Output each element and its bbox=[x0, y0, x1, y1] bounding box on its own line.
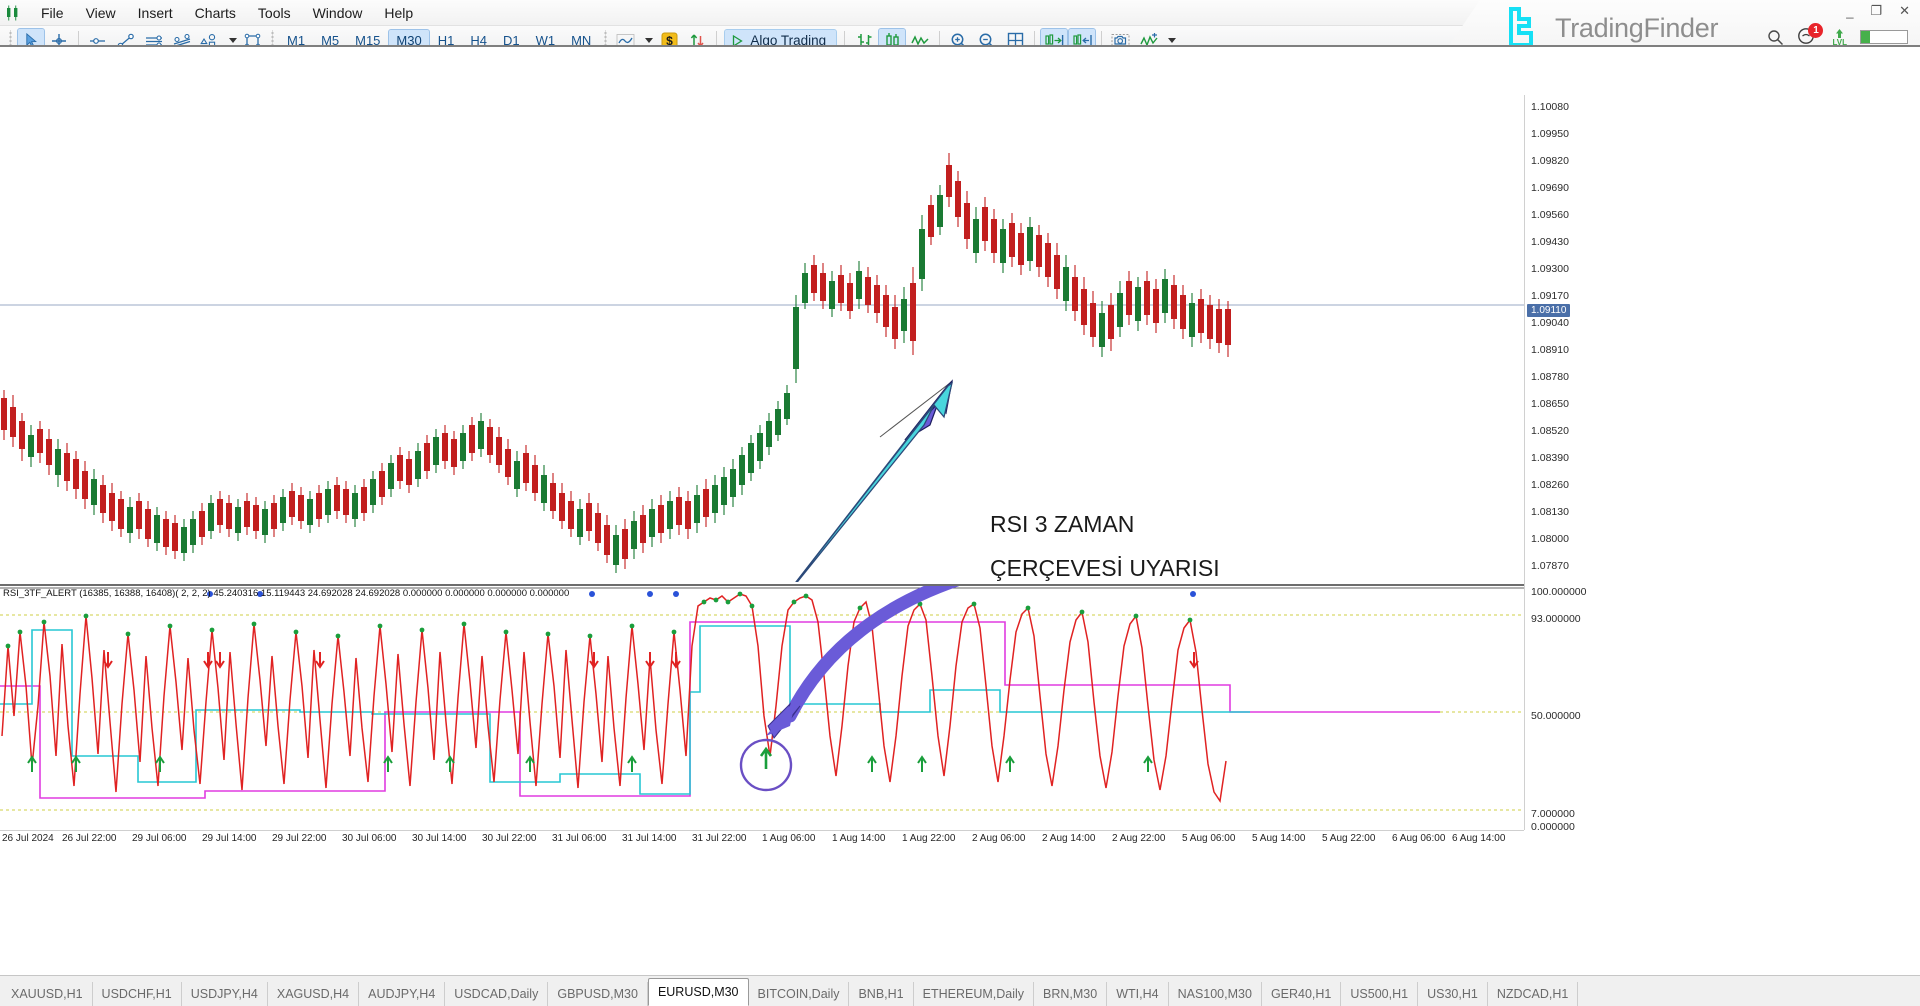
menu-item-tools[interactable]: Tools bbox=[247, 2, 302, 24]
time-tick: 2 Aug 14:00 bbox=[1042, 833, 1095, 844]
chart-tab[interactable]: BRN,M30 bbox=[1034, 982, 1107, 1006]
chart-tab[interactable]: USDCHF,H1 bbox=[93, 982, 182, 1006]
chart-tab[interactable]: ETHEREUM,Daily bbox=[914, 982, 1034, 1006]
time-tick: 5 Aug 14:00 bbox=[1252, 833, 1305, 844]
time-tick: 5 Aug 22:00 bbox=[1322, 833, 1375, 844]
brand-name: TradingFinder bbox=[1555, 13, 1718, 44]
connection-meter-fill bbox=[1861, 31, 1870, 43]
time-tick: 6 Aug 14:00 bbox=[1452, 833, 1505, 844]
price-tick: 1.09040 bbox=[1531, 317, 1569, 329]
time-tick: 31 Jul 14:00 bbox=[622, 833, 677, 844]
chart-tab[interactable]: NAS100,M30 bbox=[1169, 982, 1262, 1006]
rsi-tick: 93.000000 bbox=[1531, 613, 1581, 625]
time-tick: 5 Aug 06:00 bbox=[1182, 833, 1235, 844]
price-tick: 1.08650 bbox=[1531, 398, 1569, 410]
time-tick: 26 Jul 22:00 bbox=[62, 833, 117, 844]
time-tick: 2 Aug 06:00 bbox=[972, 833, 1025, 844]
time-tick: 30 Jul 06:00 bbox=[342, 833, 397, 844]
price-tick: 1.10080 bbox=[1531, 101, 1569, 113]
rsi-tick: 0.000000 bbox=[1531, 821, 1575, 833]
mt5-application-window: File View Insert Charts Tools Window Hel… bbox=[0, 0, 1920, 1006]
menu-item-help[interactable]: Help bbox=[373, 2, 424, 24]
chart-tab[interactable]: USDCAD,Daily bbox=[445, 982, 548, 1006]
window-controls: _ ❐ ✕ bbox=[1846, 3, 1910, 19]
time-tick: 30 Jul 22:00 bbox=[482, 833, 537, 844]
price-tick: 1.08520 bbox=[1531, 425, 1569, 437]
rsi-tick: 50.000000 bbox=[1531, 710, 1581, 722]
chart-tab[interactable]: US500,H1 bbox=[1341, 982, 1418, 1006]
chart-tab[interactable]: BNB,H1 bbox=[849, 982, 913, 1006]
time-axis: 26 Jul 2024 26 Jul 22:00 29 Jul 06:00 29… bbox=[0, 830, 1524, 846]
price-candles-svg bbox=[0, 95, 1524, 582]
rsi-indicator-pane[interactable]: RSI_3TF_ALERT (16385, 16388, 16408)( 2, … bbox=[0, 584, 1524, 824]
close-button[interactable]: ✕ bbox=[1899, 3, 1910, 19]
menu-item-file[interactable]: File bbox=[30, 2, 75, 24]
rsi-svg bbox=[0, 586, 1524, 826]
price-tick: 1.09820 bbox=[1531, 155, 1569, 167]
time-tick: 29 Jul 14:00 bbox=[202, 833, 257, 844]
time-tick: 31 Jul 22:00 bbox=[692, 833, 747, 844]
price-tick: 1.08910 bbox=[1531, 344, 1569, 356]
time-tick: 31 Jul 06:00 bbox=[552, 833, 607, 844]
price-scale[interactable]: 1.10080 1.09950 1.09820 1.09690 1.09560 … bbox=[1524, 95, 1920, 830]
level-indicator-icon: LVL bbox=[1832, 28, 1847, 46]
price-tick: 1.08260 bbox=[1531, 479, 1569, 491]
price-tick: 1.09430 bbox=[1531, 236, 1569, 248]
price-tick: 1.08780 bbox=[1531, 371, 1569, 383]
annotation-line-2: ÇERÇEVESİ UYARISI bbox=[990, 555, 1220, 582]
time-tick: 6 Aug 06:00 bbox=[1392, 833, 1445, 844]
time-tick: 1 Aug 14:00 bbox=[832, 833, 885, 844]
menu-item-charts[interactable]: Charts bbox=[184, 2, 247, 24]
menu-item-insert[interactable]: Insert bbox=[127, 2, 184, 24]
time-tick: 2 Aug 22:00 bbox=[1112, 833, 1165, 844]
menu-item-window[interactable]: Window bbox=[302, 2, 374, 24]
price-tick: 1.08390 bbox=[1531, 452, 1569, 464]
price-tick: 1.09170 bbox=[1531, 290, 1569, 302]
notification-count: 1 bbox=[1808, 23, 1823, 38]
chart-tabs-bar: XAUUSD,H1 USDCHF,H1 USDJPY,H4 XAGUSD,H4 … bbox=[0, 975, 1920, 1006]
rsi-tick: 100.000000 bbox=[1531, 586, 1586, 598]
chart-tab[interactable]: XAUUSD,H1 bbox=[2, 982, 93, 1006]
chart-tab[interactable]: GBPUSD,M30 bbox=[548, 982, 648, 1006]
price-tick: 1.09690 bbox=[1531, 182, 1569, 194]
search-icon[interactable] bbox=[1767, 29, 1784, 46]
annotation-line-1: RSI 3 ZAMAN bbox=[990, 511, 1134, 538]
price-tick: 1.07870 bbox=[1531, 560, 1569, 572]
current-price-label: 1.09110 bbox=[1527, 304, 1570, 317]
price-tick: 1.09300 bbox=[1531, 263, 1569, 275]
menu-item-view[interactable]: View bbox=[75, 2, 127, 24]
time-tick: 29 Jul 22:00 bbox=[272, 833, 327, 844]
maximize-button[interactable]: ❐ bbox=[1870, 3, 1882, 19]
price-tick: 1.08000 bbox=[1531, 533, 1569, 545]
chart-tab[interactable]: GER40,H1 bbox=[1262, 982, 1341, 1006]
price-tick: 1.09560 bbox=[1531, 209, 1569, 221]
chart-tab-active[interactable]: EURUSD,M30 bbox=[648, 978, 749, 1006]
time-tick: 29 Jul 06:00 bbox=[132, 833, 187, 844]
chart-tab[interactable]: XAGUSD,H4 bbox=[268, 982, 359, 1006]
time-tick: 1 Aug 22:00 bbox=[902, 833, 955, 844]
rsi-tick: 7.000000 bbox=[1531, 808, 1575, 820]
minimize-button[interactable]: _ bbox=[1846, 4, 1853, 19]
chart-tab[interactable]: BITCOIN,Daily bbox=[749, 982, 850, 1006]
price-tick: 1.08130 bbox=[1531, 506, 1569, 518]
chart-tab[interactable]: AUDJPY,H4 bbox=[359, 982, 445, 1006]
chart-tab[interactable]: NZDCAD,H1 bbox=[1488, 982, 1579, 1006]
price-tick: 1.09950 bbox=[1531, 128, 1569, 140]
chart-tab[interactable]: WTI,H4 bbox=[1107, 982, 1168, 1006]
chart-tab[interactable]: USDJPY,H4 bbox=[182, 982, 268, 1006]
mt5-logo-icon bbox=[0, 0, 30, 26]
time-tick: 30 Jul 14:00 bbox=[412, 833, 467, 844]
chart-tab[interactable]: US30,H1 bbox=[1418, 982, 1488, 1006]
rsi-indicator-label: RSI_3TF_ALERT (16385, 16388, 16408)( 2, … bbox=[3, 588, 569, 599]
connection-meter bbox=[1860, 30, 1908, 44]
price-chart-pane[interactable] bbox=[0, 95, 1524, 582]
cyan-arrow-price bbox=[765, 383, 952, 582]
time-tick: 26 Jul 2024 bbox=[2, 833, 54, 844]
chart-area[interactable]: EURUSD, M30: Euro vs US Dollar bbox=[0, 45, 1920, 975]
time-tick: 1 Aug 06:00 bbox=[762, 833, 815, 844]
